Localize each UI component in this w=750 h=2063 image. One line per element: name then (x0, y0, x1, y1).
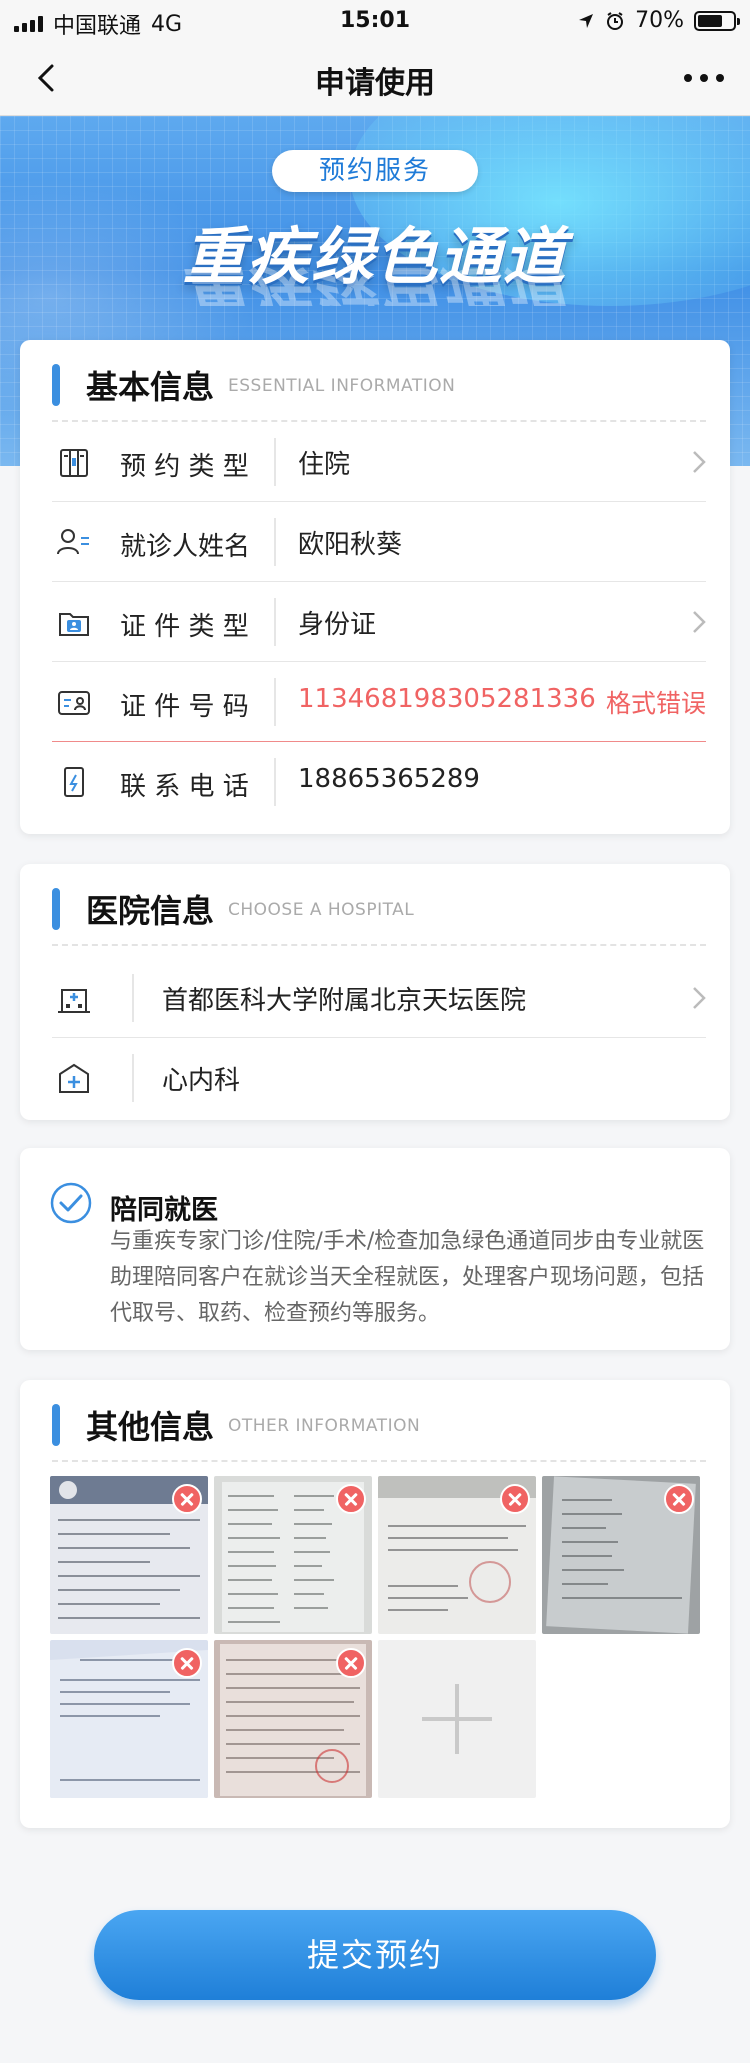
section-title: 医院信息 (86, 892, 215, 930)
delete-photo-icon[interactable] (500, 1484, 530, 1514)
mobile-phone-icon (64, 767, 84, 797)
uploaded-photo[interactable] (50, 1476, 208, 1634)
hospital-row[interactable]: 首都医科大学附属北京天坛医院 (52, 958, 706, 1038)
department-row[interactable]: 心内科 (52, 1038, 706, 1118)
alarm-icon (607, 11, 624, 30)
other-info-card: 其他信息 OTHER INFORMATION (20, 1380, 730, 1828)
location-arrow-icon (579, 13, 594, 28)
id-card-icon (58, 691, 90, 715)
status-bar: 中国联通 4G 15:01 70% (0, 0, 750, 40)
accompany-description: 与重疾专家门诊/住院/手术/检查加急绿色通道同步由专业就医助理陪同客户在就诊当天… (110, 1229, 705, 1326)
basic-info-card: 基本信息 ESSENTIAL INFORMATION 预 约 类 型 住院 就诊… (20, 340, 730, 834)
id-number-row[interactable]: 证 件 号 码 113468198305281336 格式错误 (52, 662, 706, 742)
more-options-icon[interactable] (684, 74, 724, 82)
hospital-name: 首都医科大学附属北京天坛医院 (162, 986, 527, 1016)
delete-photo-icon[interactable] (336, 1484, 366, 1514)
section-subtitle: ESSENTIAL INFORMATION (228, 376, 456, 396)
accompany-title: 陪同就医 (110, 1195, 218, 1226)
id-folder-icon (59, 613, 89, 636)
page-title: 申请使用 (315, 66, 435, 101)
uploaded-photo[interactable] (50, 1640, 208, 1798)
field-label: 就诊人姓名 (120, 532, 251, 562)
uploaded-photo[interactable] (214, 1640, 372, 1798)
phone-row[interactable]: 联 系 电 话 18865365289 (52, 742, 706, 822)
navigation-bar: 申请使用 (0, 40, 750, 116)
appointment-type-row[interactable]: 预 约 类 型 住院 (52, 422, 706, 502)
field-label: 预 约 类 型 (120, 452, 249, 482)
phone-input[interactable]: 18865365289 (298, 764, 480, 794)
chevron-right-icon (693, 987, 706, 1009)
section-subtitle: CHOOSE A HOSPITAL (228, 900, 415, 920)
field-label: 证 件 类 型 (120, 612, 249, 642)
id-number-input[interactable]: 113468198305281336 (298, 684, 596, 714)
person-list-icon (57, 529, 89, 555)
section-title: 其他信息 (86, 1408, 215, 1446)
patient-name-input[interactable]: 欧阳秋葵 (298, 524, 402, 561)
chevron-right-icon (693, 611, 706, 633)
checkmark-circle-icon[interactable] (50, 1182, 92, 1224)
banner-headline-reflection: 重疾绿色通道 (182, 266, 567, 306)
delete-photo-icon[interactable] (172, 1648, 202, 1678)
patient-name-row[interactable]: 就诊人姓名 欧阳秋葵 (52, 502, 706, 582)
chevron-right-icon (693, 451, 706, 473)
section-title: 基本信息 (86, 368, 215, 406)
hospital-bed-icon (60, 449, 88, 477)
battery-percent: 70% (635, 8, 684, 33)
id-type-row[interactable]: 证 件 类 型 身份证 (52, 582, 706, 662)
medical-kit-icon (59, 1063, 89, 1093)
hospital-building-icon (58, 989, 90, 1013)
format-error-message: 格式错误 (605, 689, 706, 718)
accompany-service-card[interactable]: 陪同就医 与重疾专家门诊/住院/手术/检查加急绿色通道同步由专业就医助理陪同客户… (20, 1148, 730, 1350)
uploaded-photo[interactable] (542, 1476, 700, 1634)
delete-photo-icon[interactable] (664, 1484, 694, 1514)
submit-appointment-button[interactable]: 提交预约 (94, 1910, 656, 2000)
uploaded-photo[interactable] (378, 1476, 536, 1634)
delete-photo-icon[interactable] (336, 1648, 366, 1678)
appointment-type-value: 住院 (298, 450, 351, 480)
delete-photo-icon[interactable] (172, 1484, 202, 1514)
photo-grid (50, 1476, 706, 1798)
section-subtitle: OTHER INFORMATION (228, 1416, 421, 1436)
uploaded-photo[interactable] (214, 1476, 372, 1634)
battery-icon (694, 10, 740, 31)
service-badge: 预约服务 (272, 150, 478, 192)
field-label: 证 件 号 码 (120, 692, 249, 722)
id-type-value: 身份证 (298, 610, 377, 640)
add-photo-button[interactable] (378, 1640, 536, 1798)
field-label: 联 系 电 话 (120, 772, 249, 802)
department-name: 心内科 (162, 1066, 241, 1096)
hospital-info-card: 医院信息 CHOOSE A HOSPITAL 首都医科大学附属北京天坛医院 心内… (20, 864, 730, 1120)
